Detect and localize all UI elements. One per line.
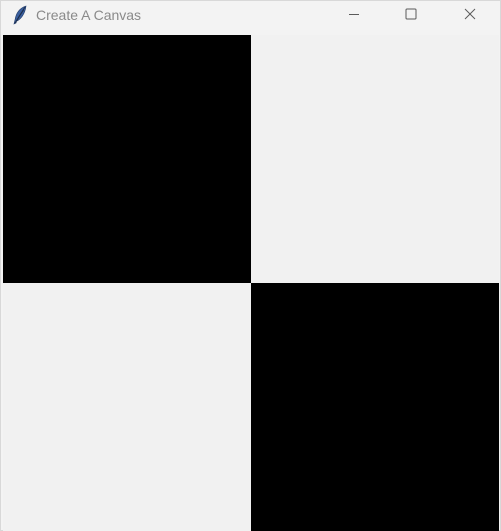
square-top-right [251,35,499,283]
minimize-button[interactable] [331,1,377,31]
square-bottom-right [251,283,499,531]
close-icon [464,7,476,25]
square-bottom-left [3,283,251,531]
square-top-left [3,35,251,283]
maximize-button[interactable] [388,1,434,31]
app-window: Create A Canvas [0,0,501,531]
minimize-icon [348,7,360,25]
close-button[interactable] [447,1,493,31]
feather-icon [11,5,29,25]
window-title: Create A Canvas [36,7,142,23]
title-bar[interactable]: Create A Canvas [1,1,500,31]
canvas[interactable] [3,35,499,531]
maximize-icon [405,7,417,25]
